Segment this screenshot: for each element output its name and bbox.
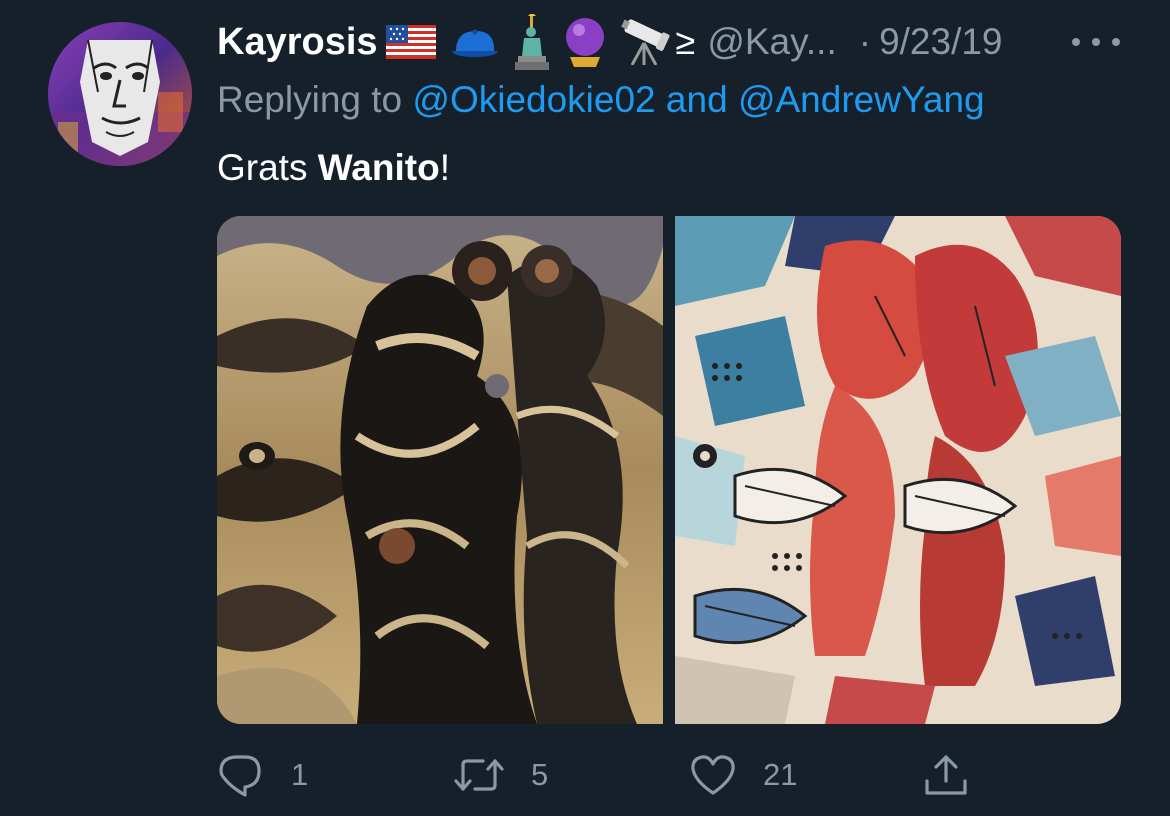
- tweet-text-plain: Grats: [217, 147, 308, 188]
- reply-mention-andrewyang[interactable]: @AndrewYang: [738, 79, 985, 120]
- replying-to: Replying to @Okiedokie02 and @AndrewYang: [217, 76, 985, 124]
- telescope-icon: [620, 19, 672, 65]
- retweet-icon: [453, 751, 505, 799]
- tweet-actions: 1 5 21: [217, 748, 997, 802]
- more-dot-icon: [1072, 38, 1080, 46]
- display-name[interactable]: Kayrosis: [217, 16, 378, 68]
- more-options-button[interactable]: [1072, 30, 1120, 54]
- retweet-count: 5: [531, 757, 549, 792]
- statue-of-liberty-icon: [512, 14, 552, 70]
- share-button[interactable]: [923, 748, 969, 802]
- crystal-ball-icon: [562, 17, 608, 67]
- more-dot-icon: [1092, 38, 1100, 46]
- separator-dot: ·: [858, 21, 872, 62]
- reply-and: and: [665, 79, 728, 120]
- tweet-text-end: !: [439, 147, 450, 188]
- tweet-date[interactable]: 9/23/19: [879, 16, 1002, 68]
- replying-prefix: Replying to: [217, 79, 403, 120]
- media-image-right[interactable]: [675, 216, 1121, 724]
- blue-cap-icon: [450, 25, 500, 59]
- us-flag-icon: [385, 25, 436, 59]
- tweet: Kayrosis ≥ @Kay... · 9/23/19 Replying to…: [0, 0, 1170, 816]
- tweet-header: Kayrosis ≥ @Kay... · 9/23/19: [217, 14, 1003, 70]
- tweet-text: Grats Wanito!: [217, 142, 450, 194]
- more-dot-icon: [1112, 38, 1120, 46]
- reply-button[interactable]: 1: [217, 748, 308, 802]
- avatar-image: [48, 22, 192, 166]
- tweet-text-bold: Wanito: [317, 147, 440, 188]
- tweet-media: [217, 216, 1121, 724]
- like-button[interactable]: 21: [689, 748, 797, 802]
- heart-icon: [689, 751, 737, 799]
- reply-icon: [217, 751, 265, 799]
- like-count: 21: [763, 757, 798, 792]
- avatar[interactable]: [48, 22, 192, 166]
- media-image-left[interactable]: [217, 216, 663, 724]
- media-divider: [663, 216, 675, 724]
- retweet-button[interactable]: 5: [453, 748, 548, 802]
- ge-symbol: ≥: [675, 21, 696, 62]
- reply-count: 1: [291, 757, 309, 792]
- reply-mention-okiedokie02[interactable]: @Okiedokie02: [412, 79, 655, 120]
- user-handle[interactable]: @Kay...: [707, 16, 836, 68]
- share-icon: [923, 751, 969, 799]
